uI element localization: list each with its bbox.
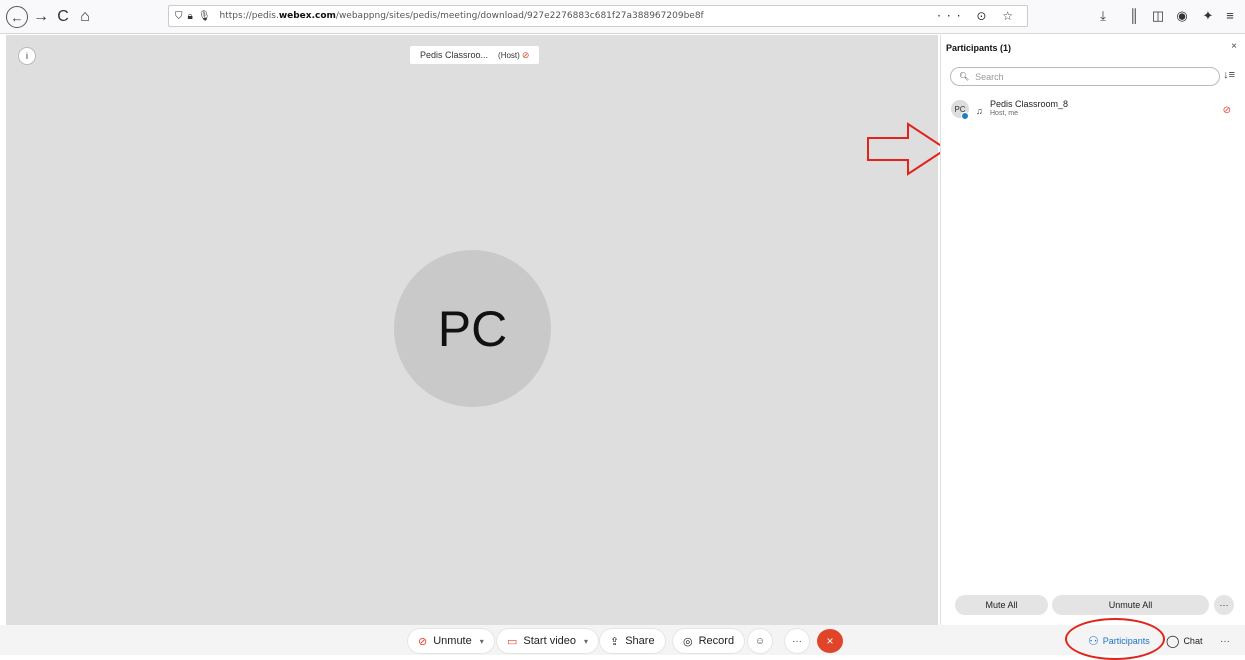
extensions-icon[interactable]: ✦ (1200, 8, 1216, 24)
back-button[interactable]: ← (6, 6, 28, 28)
avatar-initials: PC (437, 300, 508, 357)
start-video-label: Start video (523, 635, 576, 647)
muted-mic-icon: ⊘ (521, 49, 530, 60)
meeting-info-button[interactable]: i (18, 47, 36, 65)
account-icon[interactable]: ◉ (1174, 8, 1190, 24)
reactions-button[interactable]: ☺ (748, 629, 772, 653)
sidebar-icon[interactable]: ◫ (1150, 8, 1166, 24)
forward-button[interactable]: → (32, 6, 50, 28)
record-button[interactable]: ◎ Record (673, 629, 745, 653)
chevron-down-icon[interactable]: ▾ (584, 637, 588, 646)
emoji-icon: ☺ (754, 635, 766, 647)
video-off-icon: ▭ (507, 635, 518, 648)
search-icon: 🔍︎ (959, 72, 970, 81)
red-arrow-annotation (867, 122, 948, 176)
red-circle-annotation (1065, 618, 1165, 660)
participant-row[interactable]: PC ♫ Pedis Classroom_8 Host, me ⊘ (949, 97, 1239, 125)
start-video-button[interactable]: ▭ Start video ▾ (497, 629, 599, 653)
download-icon[interactable]: ⤓ (1095, 8, 1111, 24)
library-icon[interactable]: ║ (1126, 8, 1142, 23)
share-icon: ⇪ (610, 635, 620, 648)
leave-meeting-button[interactable]: × (817, 629, 843, 653)
participant-role: Host, me (990, 110, 1019, 117)
meeting-controls: ⊘ Unmute ▾ ▭ Start video ▾ ⇪ Share ◎ Rec… (0, 625, 1245, 655)
sort-icon[interactable]: ↓≡ (1223, 69, 1235, 81)
participant-avatar: PC (394, 250, 551, 407)
url-text: https://pedis.webex.com/webappng/sites/p… (219, 11, 704, 21)
chevron-down-icon[interactable]: ▾ (480, 637, 484, 646)
muted-mic-icon: ⊘ (418, 635, 428, 648)
status-dot-icon (961, 112, 969, 120)
search-placeholder: Search (975, 71, 1004, 82)
chat-button[interactable]: ◯ Chat (1166, 629, 1214, 653)
unmute-all-button[interactable]: Unmute All (1052, 595, 1209, 615)
chat-label: Chat (1183, 636, 1203, 646)
unmute-label: Unmute (433, 635, 472, 647)
headset-icon: ♫ (976, 106, 983, 116)
participant-search-input[interactable]: 🔍︎ Search (950, 67, 1220, 86)
unmute-button[interactable]: ⊘ Unmute ▾ (408, 629, 494, 653)
record-icon: ◎ (683, 635, 693, 648)
browser-toolbar: ← → C ⌂ ⛉ 🔒︎ 🎙︎ https://pedis.webex.com/… (0, 0, 1245, 34)
mute-all-button[interactable]: Mute All (955, 595, 1048, 615)
close-icon[interactable]: × (1231, 41, 1237, 52)
lock-icon: 🔒︎ (187, 10, 193, 22)
share-label: Share (625, 635, 655, 647)
meeting-title: Pedis Classroo... (420, 50, 489, 60)
participants-panel: Participants (1) × 🔍︎ Search ↓≡ PC ♫ Ped… (940, 35, 1245, 625)
reload-button[interactable]: C (54, 6, 72, 28)
record-label: Record (698, 635, 735, 647)
panel-more-button[interactable]: ··· (1214, 595, 1234, 615)
host-tag: (Host) (498, 50, 520, 60)
share-button[interactable]: ⇪ Share (600, 629, 665, 653)
info-icon: i (26, 51, 28, 61)
chat-icon: ◯ (1166, 634, 1180, 648)
meeting-stage: i Pedis Classroo... (Host) ⊘ PC (6, 35, 938, 625)
menu-icon[interactable]: ≡ (1222, 8, 1238, 23)
panel-title: Participants (1) (946, 43, 1012, 53)
page-actions[interactable]: ··· ⊙ ☆ (937, 9, 1019, 23)
muted-mic-icon[interactable]: ⊘ (1223, 105, 1231, 116)
shield-icon: ⛉ (175, 10, 183, 22)
home-button[interactable]: ⌂ (76, 6, 94, 28)
panel-options-button[interactable]: ··· (1215, 631, 1235, 651)
more-options-button[interactable]: ··· (785, 629, 809, 653)
meeting-title-tag: Pedis Classroo... (Host) ⊘ (410, 46, 540, 64)
address-bar[interactable]: ⛉ 🔒︎ 🎙︎ https://pedis.webex.com/webappng… (168, 5, 1028, 27)
microphone-icon: 🎙︎ (197, 10, 211, 22)
participant-name: Pedis Classroom_8 (990, 99, 1069, 109)
